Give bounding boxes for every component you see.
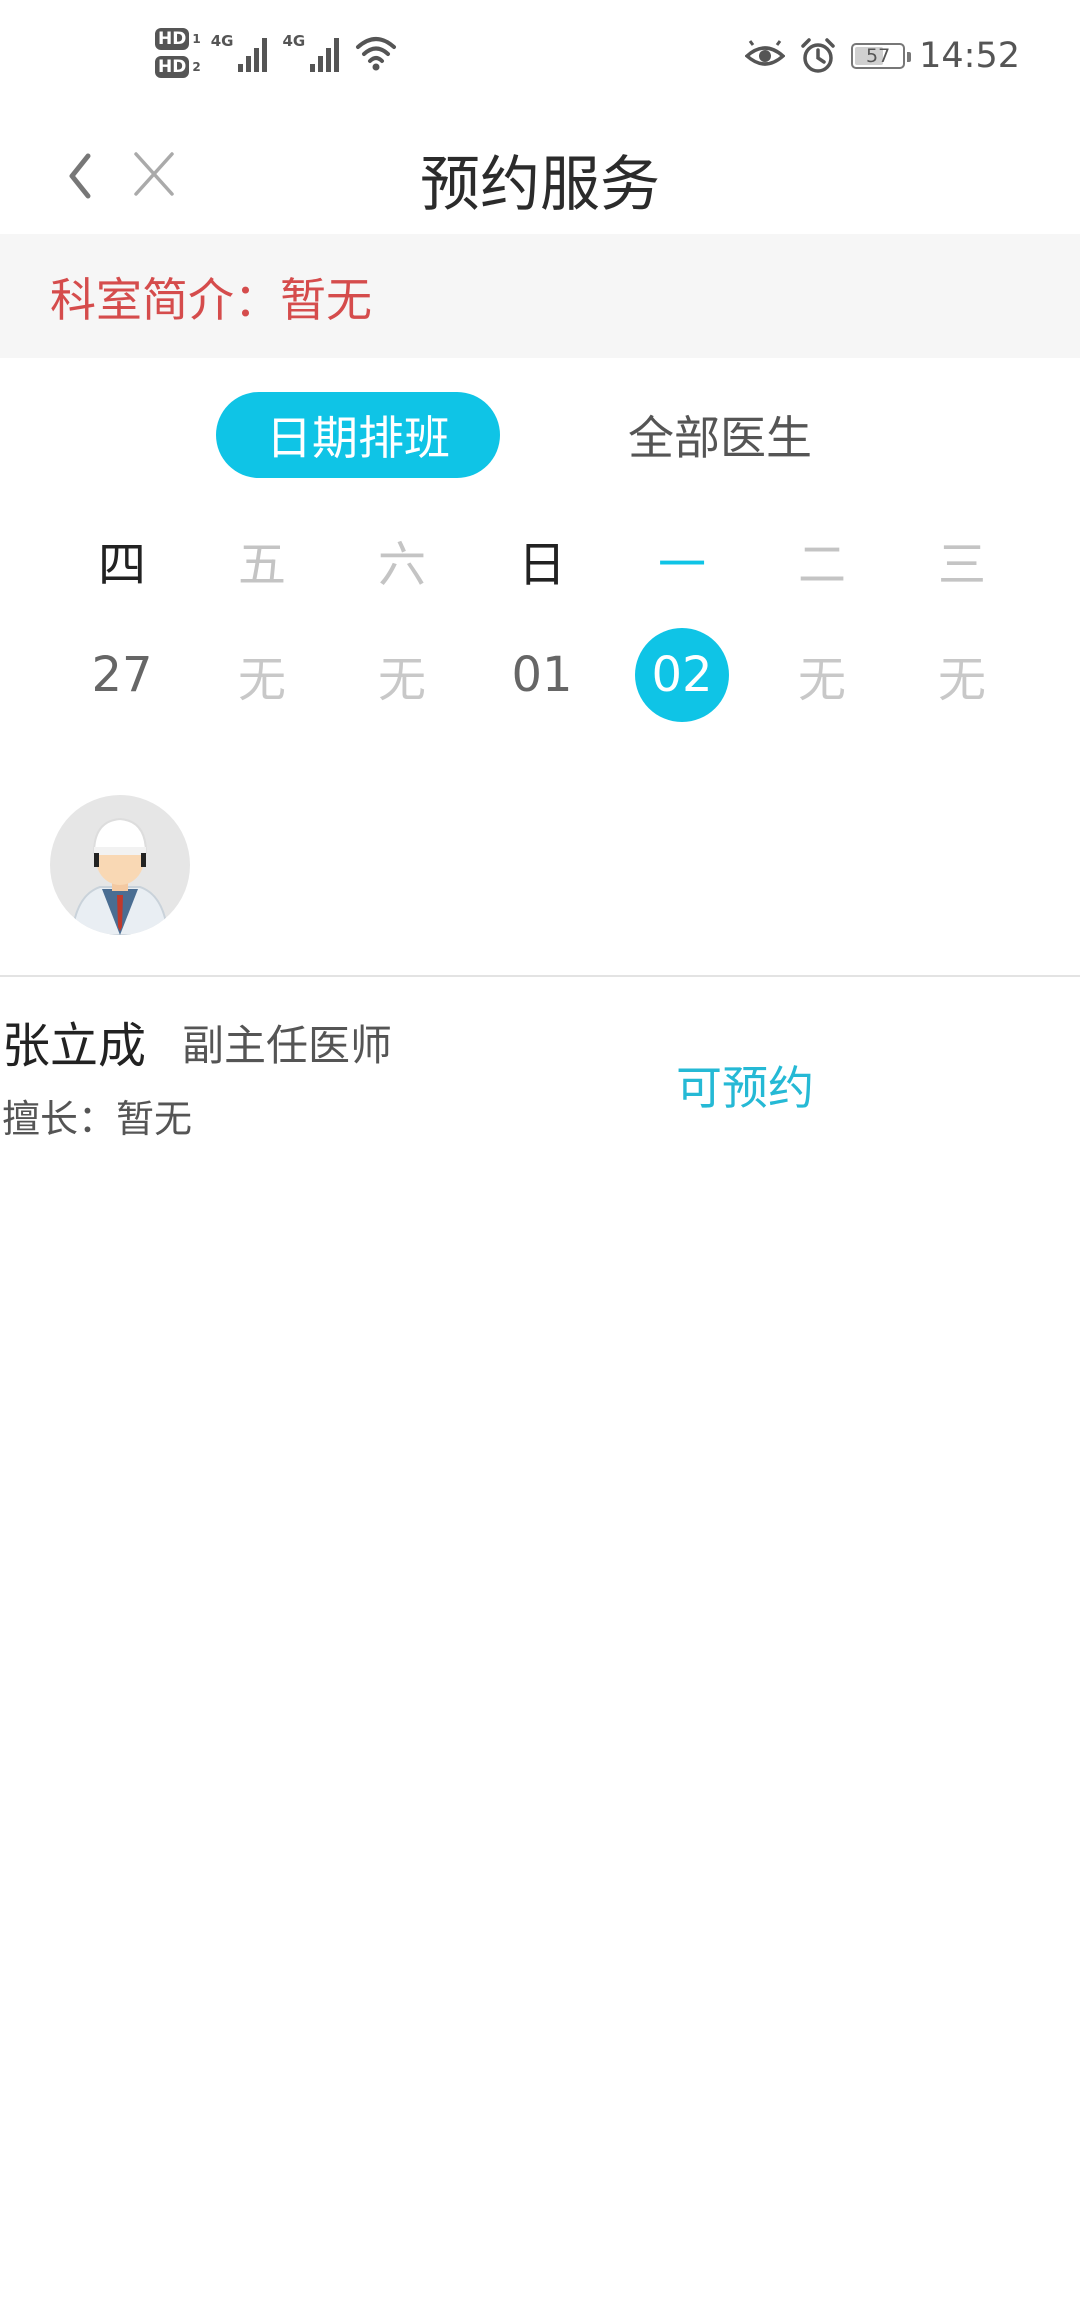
signal-icon — [310, 38, 340, 72]
department-intro-text: 科室简介：暂无 — [50, 273, 372, 327]
date-cell[interactable]: 01 — [472, 625, 612, 725]
sim-indicators: HD 1 HD 2 — [155, 28, 201, 78]
date-cell-selected[interactable]: 02 — [612, 625, 752, 725]
sim2-hd: HD — [155, 56, 190, 78]
doctor-avatar-icon — [70, 817, 170, 935]
tab-all-doctors[interactable]: 全部医生 — [600, 392, 840, 478]
status-left: HD 1 HD 2 4G 4G — [155, 28, 398, 78]
sim2-index: 2 — [192, 60, 201, 74]
eye-icon — [745, 40, 786, 66]
alarm-icon — [801, 38, 835, 73]
battery-level: 57 — [866, 45, 891, 67]
weekday-thu[interactable]: 四 — [52, 525, 192, 595]
booking-status-button[interactable]: 可预约 — [676, 1052, 814, 1118]
date-cell[interactable]: 无 — [332, 625, 472, 725]
status-right: 57 14:52 — [745, 36, 1020, 76]
sim2-badge: HD 2 — [155, 56, 201, 78]
net2-label: 4G — [282, 32, 306, 50]
date-cell[interactable]: 无 — [752, 625, 892, 725]
clock: 14:52 — [919, 36, 1020, 76]
date-cell[interactable]: 无 — [892, 625, 1032, 725]
sim1-badge: HD 1 — [155, 28, 201, 50]
doctor-title: 副主任医师 — [182, 1021, 393, 1070]
weekday-fri[interactable]: 五 — [192, 525, 332, 595]
net1-label: 4G — [210, 32, 234, 50]
weekday-tue[interactable]: 二 — [752, 525, 892, 595]
signal-icon — [238, 38, 268, 72]
page-title: 预约服务 — [420, 150, 660, 220]
date-cell[interactable]: 无 — [192, 625, 332, 725]
tab-date-schedule[interactable]: 日期排班 — [216, 392, 500, 478]
selected-date-label: 02 — [635, 628, 729, 722]
date-cell[interactable]: 27 — [52, 625, 192, 725]
doctor-specialty: 擅长：暂无 — [2, 1097, 193, 1141]
sim1-hd: HD — [155, 28, 190, 50]
weekday-sat[interactable]: 六 — [332, 525, 472, 595]
weekday-mon[interactable]: 一 — [612, 525, 752, 595]
sim1-index: 1 — [192, 32, 201, 46]
network-1: 4G — [211, 32, 273, 74]
weekday-wed[interactable]: 三 — [892, 525, 1032, 595]
wifi-icon — [356, 37, 397, 71]
calendar-dates: 27 无 无 01 02 无 无 — [52, 625, 1052, 725]
weekday-sun[interactable]: 日 — [472, 525, 612, 595]
divider — [0, 975, 1080, 977]
nav-bar: 预约服务 — [0, 118, 1080, 234]
status-bar: HD 1 HD 2 4G 4G 57 14:52 — [0, 0, 1080, 118]
battery-indicator: 57 — [851, 43, 912, 69]
doctor-name[interactable]: 张立成 — [2, 1006, 146, 1076]
avatar[interactable] — [50, 795, 190, 935]
network-2: 4G — [282, 32, 344, 74]
calendar-weekdays: 四 五 六 日 一 二 三 — [52, 525, 1052, 595]
department-intro: 科室简介：暂无 — [0, 234, 1080, 358]
